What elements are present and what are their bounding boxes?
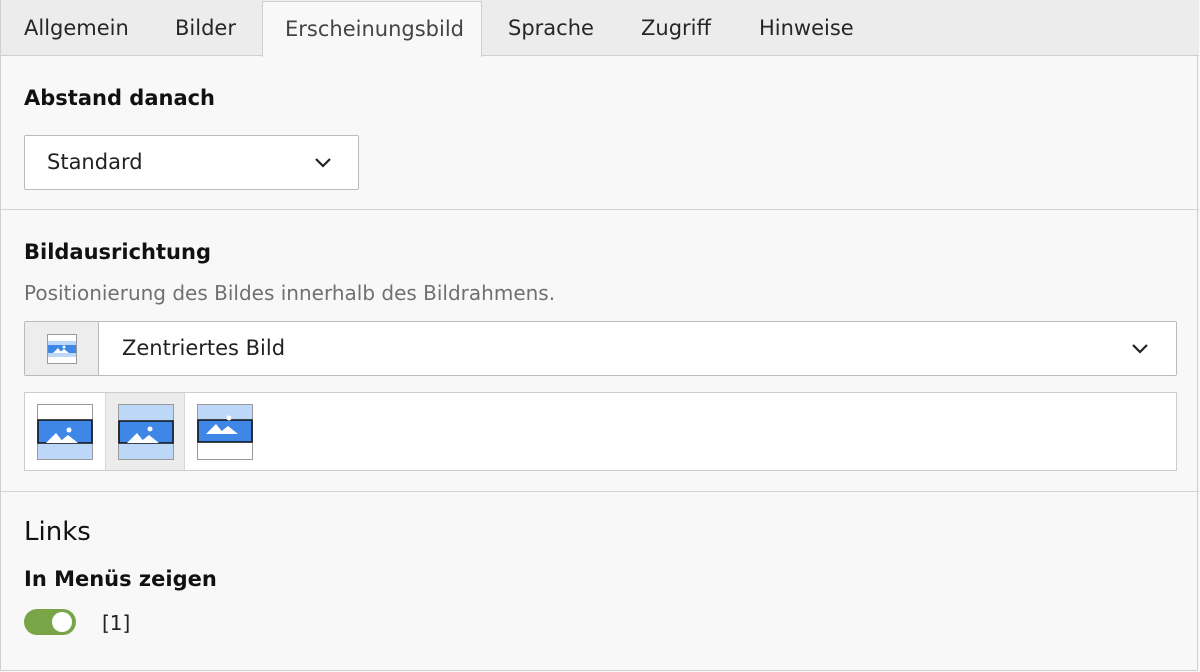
tab-zugriff[interactable]: Zugriff [641, 0, 711, 56]
image-alignment-options [24, 392, 1177, 471]
image-alignment-label: Bildausrichtung [24, 240, 211, 264]
show-in-menus-toggle[interactable] [24, 609, 76, 635]
tab-sprache[interactable]: Sprache [508, 0, 594, 56]
content-form: Allgemein Bilder Erscheinungsbild Sprach… [0, 0, 1199, 671]
toggle-knob [52, 612, 72, 632]
section-divider [1, 209, 1199, 210]
toggle-value-label: [1] [102, 611, 131, 635]
chevron-down-icon [315, 158, 331, 168]
spacing-after-label: Abstand danach [24, 86, 216, 110]
spacing-after-value: Standard [47, 150, 143, 174]
tab-allgemein[interactable]: Allgemein [24, 0, 129, 56]
image-alignment-option-bottom[interactable] [25, 393, 105, 470]
image-alignment-value: Zentriertes Bild [122, 336, 286, 360]
tab-erscheinungsbild[interactable]: Erscheinungsbild [262, 1, 482, 57]
show-in-menus-label: In Menüs zeigen [24, 567, 217, 591]
tab-bar: Allgemein Bilder Erscheinungsbild Sprach… [1, 0, 1199, 57]
image-alignment-addon [25, 322, 99, 375]
image-alignment-description: Positionierung des Bildes innerhalb des … [24, 281, 556, 305]
image-top-icon [197, 404, 253, 460]
image-alignment-select[interactable]: Zentriertes Bild [24, 321, 1177, 376]
image-center-icon [47, 334, 77, 364]
section-divider [1, 491, 1199, 492]
tab-bilder[interactable]: Bilder [175, 0, 236, 56]
image-alignment-option-top[interactable] [185, 393, 265, 470]
image-center-icon [118, 404, 174, 460]
spacing-after-select[interactable]: Standard [24, 135, 359, 190]
links-heading: Links [24, 517, 91, 547]
tab-hinweise[interactable]: Hinweise [759, 0, 854, 56]
image-bottom-icon [37, 404, 93, 460]
chevron-down-icon [1132, 344, 1148, 354]
image-alignment-option-center[interactable] [105, 393, 185, 470]
